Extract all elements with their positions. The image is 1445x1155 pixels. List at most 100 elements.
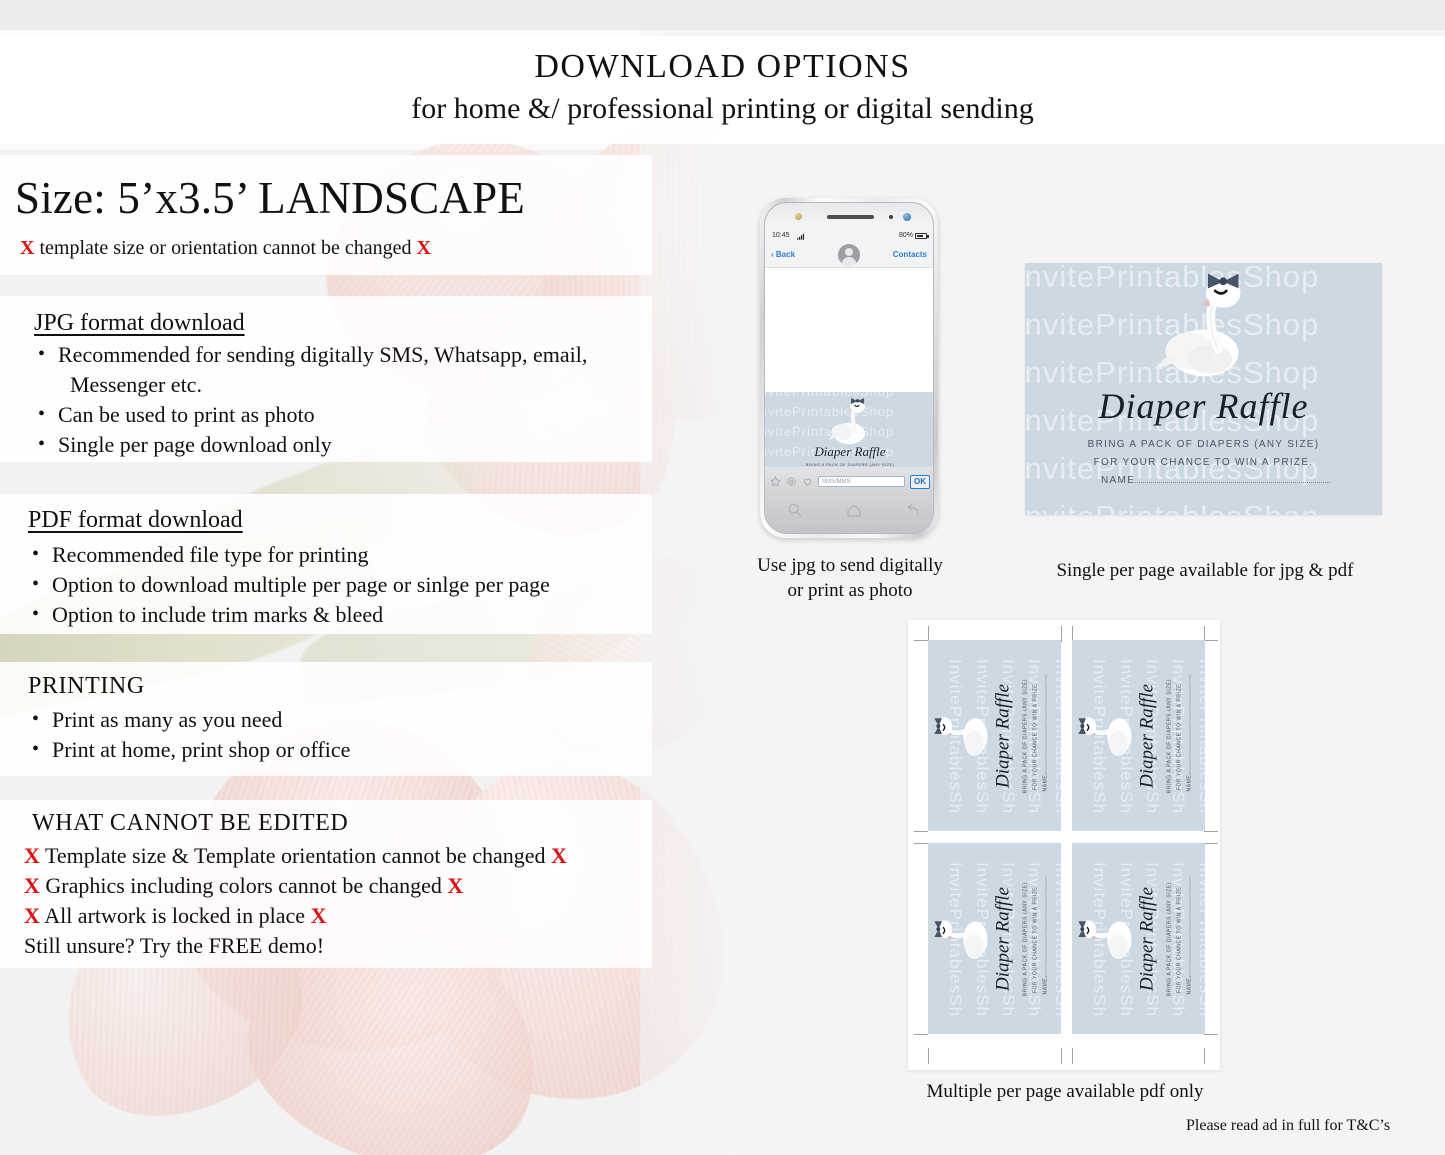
- card-line-1: BRING A PACK OF DIAPERS (ANY SIZE): [1087, 439, 1320, 450]
- x-mark-icon: X: [24, 873, 40, 898]
- signal-icon: [797, 233, 805, 240]
- card-name-field: NAME: [1042, 877, 1048, 994]
- card-line-1: BRING A PACK OF DIAPERS (ANY SIZE): [1022, 881, 1028, 996]
- card-name-field: NAME: [1186, 674, 1192, 791]
- front-sensor-icon: [795, 213, 802, 220]
- avatar: [838, 244, 860, 266]
- locked-footer: Still unsure? Try the FREE demo!: [24, 933, 325, 958]
- gear-icon[interactable]: [786, 476, 797, 487]
- star-icon[interactable]: [770, 476, 781, 487]
- jpg-bullet-list: Recommended for sending digitally SMS, W…: [34, 339, 587, 460]
- page-title: DOWNLOAD OPTIONS: [534, 48, 911, 85]
- send-ok-button[interactable]: OK: [910, 474, 930, 489]
- x-mark-icon: X: [24, 903, 40, 928]
- pdf-heading: PDF format download: [28, 507, 243, 533]
- phone-message-area: InvitePrintablesShop InvitePrintablesShop…: [765, 268, 933, 491]
- phone-bottom-bar: SMS/MMS OK: [765, 467, 933, 533]
- size-note-text: template size or orientation cannot be c…: [39, 237, 412, 259]
- locked-line-text: All artwork is locked in place: [44, 903, 306, 928]
- card-title: Diaper Raffle: [1136, 886, 1157, 991]
- list-item: Single per page download only: [34, 429, 587, 460]
- swan-illustration: [1077, 919, 1131, 959]
- phone-nav-bar: ‹ Back Contacts: [765, 243, 933, 268]
- x-mark-icon: X: [310, 903, 327, 928]
- mini-card: InvitePrintablesShop InvitePrintablesShop…: [1072, 843, 1205, 1034]
- card-line-2: FOR YOUR CHANCE TO WIN A PRIZE.: [1176, 681, 1182, 790]
- status-battery: 80%: [898, 232, 929, 239]
- phone-caption-line-1: Use jpg to send digitally: [757, 555, 943, 576]
- locked-line: X Template size & Template orientation c…: [24, 843, 567, 869]
- status-time: 10:45: [772, 232, 790, 239]
- phone-soft-nav: [765, 497, 933, 523]
- list-item: Print at home, print shop or office: [28, 734, 350, 765]
- mini-card: InvitePrintablesShop InvitePrintablesShop…: [1072, 640, 1205, 831]
- phone-caption-line-2: or print as photo: [787, 580, 913, 601]
- single-caption: Single per page available for jpg & pdf: [1056, 560, 1354, 581]
- locked-line: X All artwork is locked in place X: [24, 903, 326, 929]
- card-name-field: NAME: [1186, 877, 1192, 994]
- locked-line: X Graphics including colors cannot be ch…: [24, 873, 463, 899]
- card-name-field[interactable]: NAME: [1101, 475, 1331, 486]
- locked-line-text: Template size & Template orientation can…: [45, 843, 546, 868]
- back-arrow-icon[interactable]: [905, 502, 921, 518]
- locked-heading: WHAT CANNOT BE EDITED: [32, 810, 349, 836]
- size-note: X template size or orientation cannot be…: [20, 237, 431, 260]
- proximity-sensor-icon: [889, 215, 893, 219]
- printing-bullet-list: Print as many as you need Print at home,…: [28, 704, 350, 765]
- list-item: Can be used to print as photo: [34, 399, 587, 430]
- swan-illustration: [933, 919, 987, 959]
- card-title: Diaper Raffle: [1098, 386, 1309, 426]
- card-line-2: FOR YOUR CHANCE TO WIN A PRIZE.: [1093, 457, 1314, 468]
- x-mark-icon: X: [24, 843, 40, 868]
- back-button[interactable]: ‹ Back: [771, 250, 795, 259]
- heart-icon[interactable]: [802, 476, 813, 487]
- card-line-1: BRING A PACK OF DIAPERS (ANY SIZE): [1022, 678, 1028, 793]
- list-item: Option to download multiple per page or …: [28, 569, 550, 600]
- card-line-1: BRING A PACK OF DIAPERS (ANY SIZE): [1166, 678, 1172, 793]
- card-line-1: BRING A PACK OF DIAPERS (ANY SIZE): [1166, 881, 1172, 996]
- terms-note: Please read ad in full for T&C’s: [1186, 1117, 1391, 1134]
- phone-top-bezel: [765, 203, 933, 229]
- phone-status-bar: 10:45 80%: [765, 230, 933, 243]
- printing-heading: PRINTING: [28, 673, 145, 699]
- battery-icon: [915, 232, 929, 239]
- mini-card: InvitePrintablesShop InvitePrintablesShop…: [928, 640, 1061, 831]
- list-item: Recommended file type for printing: [28, 539, 550, 570]
- pdf-bullet-list: Recommended file type for printing Optio…: [28, 539, 550, 630]
- multi-page-sheet[interactable]: InvitePrintablesShop InvitePrintablesShop…: [908, 620, 1220, 1070]
- size-title: Size: 5’x3.5’ LANDSCAPE: [15, 173, 525, 223]
- battery-percent: 80%: [898, 232, 913, 239]
- multiple-caption: Multiple per page available pdf only: [926, 1081, 1204, 1102]
- swan-illustration: [1077, 716, 1131, 756]
- card-line-2: FOR YOUR CHANCE TO WIN A PRIZE.: [1032, 681, 1038, 790]
- contacts-button[interactable]: Contacts: [893, 250, 927, 259]
- single-card-preview[interactable]: InvitePrintablesShop InvitePrintablesShop…: [1025, 263, 1382, 515]
- search-icon[interactable]: [787, 502, 803, 518]
- list-item: Messenger etc.: [70, 372, 202, 397]
- list-item: Print as many as you need: [28, 704, 350, 735]
- x-mark-icon: X: [416, 237, 431, 259]
- swan-illustration: [1158, 273, 1241, 377]
- list-item: Option to include trim marks & bleed: [28, 599, 550, 630]
- card-title: Diaper Raffle: [992, 886, 1013, 991]
- x-mark-icon: X: [447, 873, 464, 898]
- card-title: Diaper Raffle: [992, 683, 1013, 788]
- poster-canvas: DOWNLOAD OPTIONS for home &/ professiona…: [0, 0, 1445, 1155]
- speaker-grille-icon: [827, 215, 874, 219]
- card-line-2: FOR YOUR CHANCE TO WIN A PRIZE.: [1032, 884, 1038, 993]
- card-name-field: NAME: [1042, 674, 1048, 791]
- home-icon[interactable]: [846, 502, 862, 518]
- swan-illustration: [828, 397, 865, 445]
- list-item: Recommended for sending digitally SMS, W…: [34, 339, 587, 370]
- mini-card: InvitePrintablesShop InvitePrintablesShop…: [928, 843, 1061, 1034]
- jpg-heading: JPG format download: [34, 310, 245, 336]
- message-compose-row: SMS/MMS OK: [770, 474, 930, 489]
- swan-illustration: [933, 716, 987, 756]
- card-title: Diaper Raffle: [1136, 683, 1157, 788]
- sms-input[interactable]: SMS/MMS: [818, 476, 905, 487]
- card-line-2: FOR YOUR CHANCE TO WIN A PRIZE.: [1176, 884, 1182, 993]
- x-mark-icon: X: [551, 843, 567, 868]
- locked-line-text: Graphics including colors cannot be chan…: [45, 873, 442, 898]
- x-mark-icon: X: [20, 237, 35, 259]
- page-subtitle: for home &/ professional printing or dig…: [411, 92, 1034, 125]
